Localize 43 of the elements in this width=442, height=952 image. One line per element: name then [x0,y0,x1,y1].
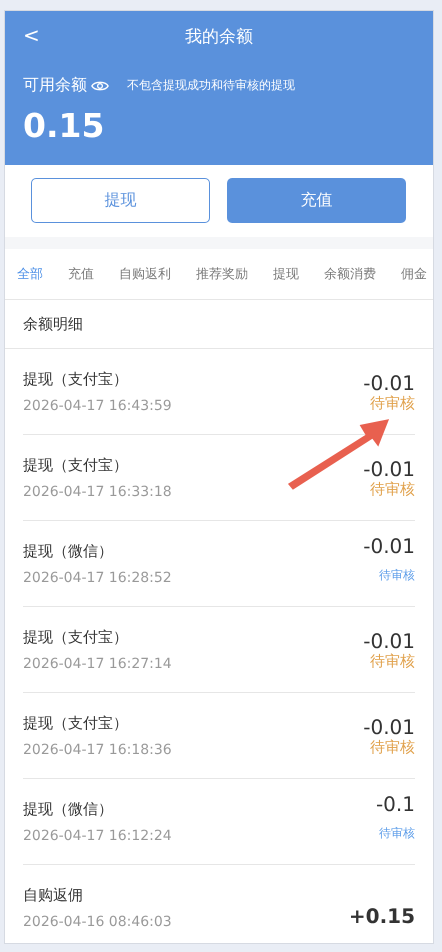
record-amount: -0.01 [363,716,415,738]
filter-tab[interactable]: 全部 [17,265,43,283]
record-title: 提现（支付宝） [23,456,129,474]
record-time: 2026-04-17 16:33:18 [23,484,172,500]
back-button[interactable]: < [23,23,40,47]
record-title: 自购返佣 [23,886,84,904]
filter-tab[interactable]: 佣金 [401,265,427,283]
filter-tab[interactable]: 推荐奖励 [196,265,248,283]
balance-label: 可用余额 [23,75,87,96]
withdraw-button[interactable]: 提现 [31,178,210,223]
record-time: 2026-04-16 08:46:03 [23,914,172,930]
record-amount: -0.01 [363,535,415,557]
eye-icon[interactable] [91,78,109,92]
filter-tab[interactable]: 提现 [273,265,299,283]
record-time: 2026-04-17 16:43:59 [23,398,172,414]
record-time: 2026-04-17 16:18:36 [23,742,172,758]
status-label: 待审核 [378,567,415,584]
record-amount: -0.01 [363,458,415,480]
record-time: 2026-04-17 16:12:24 [23,828,172,844]
section-title: 余额明细 [5,300,433,349]
record-title: 提现（微信） [23,800,114,818]
status-label: 待审核 [369,738,415,756]
record-title: 提现（支付宝） [23,714,129,732]
recharge-button[interactable]: 充值 [227,178,406,223]
record-time: 2026-04-17 16:27:14 [23,656,172,672]
filter-tab[interactable]: 余额消费 [324,265,376,283]
status-label: 待审核 [369,480,415,498]
record-amount: -0.01 [363,372,415,394]
record-amount: -0.1 [376,793,415,815]
status-label: 待审核 [369,394,415,412]
balance-hint: 不包含提现成功和待审核的提现 [127,77,295,94]
record-amount: +0.15 [348,904,415,926]
page-title: 我的余额 [185,26,253,48]
balance-amount: 0.15 [22,105,106,145]
record-title: 提现（支付宝） [23,370,129,388]
record-title: 提现（支付宝） [23,628,129,646]
record-amount: -0.01 [363,630,415,652]
record-title: 提现（微信） [23,542,114,560]
status-label: 待审核 [378,825,415,842]
record-time: 2026-04-17 16:28:52 [23,570,172,586]
filter-tab[interactable]: 充值 [68,265,94,283]
filter-tab[interactable]: 自购返利 [119,265,171,283]
status-label: 待审核 [369,652,415,670]
